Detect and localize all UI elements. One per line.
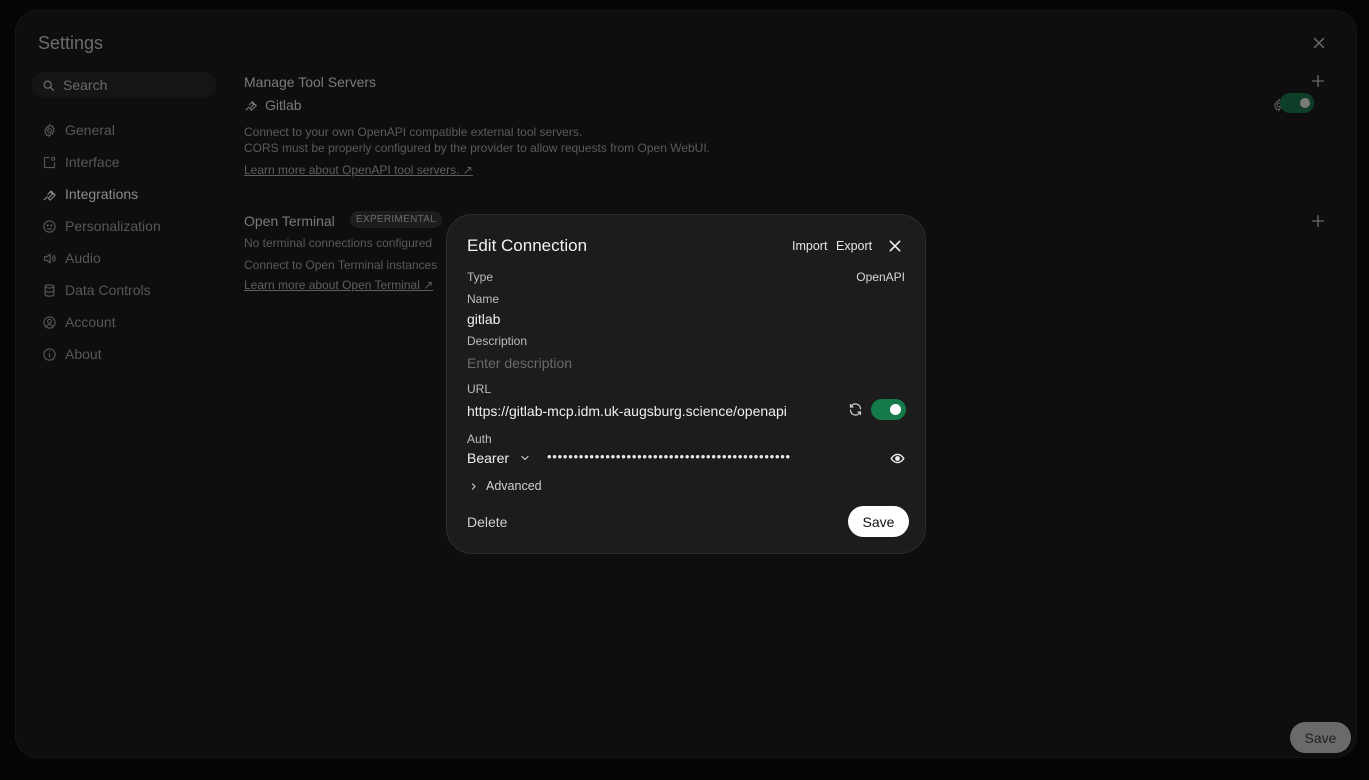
open-terminal-title: Open Terminal — [244, 213, 335, 229]
eye-icon[interactable] — [890, 451, 905, 466]
nav-label: Interface — [65, 154, 120, 170]
add-terminal-plus-icon[interactable] — [1310, 213, 1326, 229]
nav-item-interface[interactable]: Interface — [42, 146, 222, 178]
tool-servers-desc-1: Connect to your own OpenAPI compatible e… — [244, 125, 583, 139]
tool-servers-desc-2: CORS must be properly configured by the … — [244, 141, 710, 155]
close-icon[interactable] — [887, 238, 903, 254]
settings-save-button[interactable]: Save — [1290, 722, 1351, 753]
nav-label: Data Controls — [65, 282, 151, 298]
edit-connection-modal: Edit Connection Import Export Type OpenA… — [446, 214, 926, 554]
modal-title: Edit Connection — [467, 236, 588, 255]
open-terminal-learn-more-link[interactable]: Learn more about Open Terminal ↗ — [244, 278, 433, 292]
settings-nav: General Interface Integrations Personali… — [42, 114, 222, 370]
auth-token-input[interactable]: ••••••••••••••••••••••••••••••••••••••••… — [547, 449, 887, 464]
tool-server-row[interactable]: Gitlab — [244, 97, 302, 113]
search-input[interactable] — [63, 77, 203, 93]
tool-server-toggle[interactable] — [1280, 93, 1314, 113]
url-label: URL — [467, 382, 492, 396]
nav-label: Account — [65, 314, 116, 330]
smiley-icon — [43, 219, 56, 233]
nav-item-general[interactable]: General — [42, 114, 222, 146]
search-icon — [43, 80, 55, 91]
auth-type-select[interactable]: Bearer — [467, 450, 531, 466]
description-input[interactable]: Enter description — [467, 355, 572, 371]
add-tool-server-plus-icon[interactable] — [1310, 73, 1326, 89]
description-label: Description — [467, 334, 528, 348]
name-input[interactable]: gitlab — [467, 311, 500, 327]
info-icon — [43, 347, 56, 361]
nav-item-data-controls[interactable]: Data Controls — [42, 274, 222, 306]
settings-title: Settings — [38, 33, 104, 53]
nav-item-about[interactable]: About — [42, 338, 222, 370]
toggle-knob — [890, 404, 901, 415]
auth-type-value: Bearer — [467, 450, 510, 466]
url-input[interactable]: https://gitlab-mcp.idm.uk-augsburg.scien… — [467, 403, 787, 419]
save-button[interactable]: Save — [848, 506, 909, 537]
nav-label: Personalization — [65, 218, 161, 234]
tool-servers-learn-more-link[interactable]: Learn more about OpenAPI tool servers. ↗ — [244, 163, 473, 177]
name-label: Name — [467, 292, 500, 306]
url-enable-toggle[interactable] — [871, 399, 906, 420]
advanced-toggle[interactable]: Advanced — [469, 479, 542, 493]
export-button[interactable]: Export — [836, 239, 872, 253]
type-label: Type — [467, 270, 494, 284]
open-terminal-desc: Connect to Open Terminal instances — [244, 258, 438, 272]
nav-label: General — [65, 122, 115, 138]
nav-label: About — [65, 346, 102, 362]
toggle-knob — [1300, 98, 1310, 108]
advanced-label: Advanced — [486, 479, 542, 493]
chevron-right-icon — [471, 482, 476, 490]
refresh-icon[interactable] — [848, 402, 863, 417]
nav-item-account[interactable]: Account — [42, 306, 222, 338]
delete-button[interactable]: Delete — [467, 514, 507, 530]
chevron-down-icon — [521, 455, 529, 461]
user-circle-icon — [43, 315, 56, 329]
tool-server-name: Gitlab — [265, 97, 302, 113]
type-value[interactable]: OpenAPI — [856, 270, 905, 284]
database-icon — [44, 283, 55, 297]
interface-icon — [43, 156, 56, 168]
close-icon[interactable] — [1310, 34, 1328, 52]
nav-item-integrations[interactable]: Integrations — [42, 178, 222, 210]
import-button[interactable]: Import — [792, 239, 827, 253]
nav-label: Integrations — [65, 186, 139, 202]
wrench-icon — [43, 189, 56, 201]
tool-servers-title: Manage Tool Servers — [244, 74, 377, 90]
auth-label: Auth — [467, 432, 492, 446]
nav-item-personalization[interactable]: Personalization — [42, 210, 222, 242]
experimental-badge: EXPERIMENTAL — [350, 211, 443, 228]
gear-icon — [44, 122, 55, 138]
wrench-icon — [245, 101, 257, 111]
open-terminal-empty: No terminal connections configured — [244, 236, 433, 250]
nav-item-audio[interactable]: Audio — [42, 242, 222, 274]
search-box[interactable] — [32, 72, 216, 98]
speaker-icon — [43, 253, 56, 263]
nav-label: Audio — [65, 250, 101, 266]
